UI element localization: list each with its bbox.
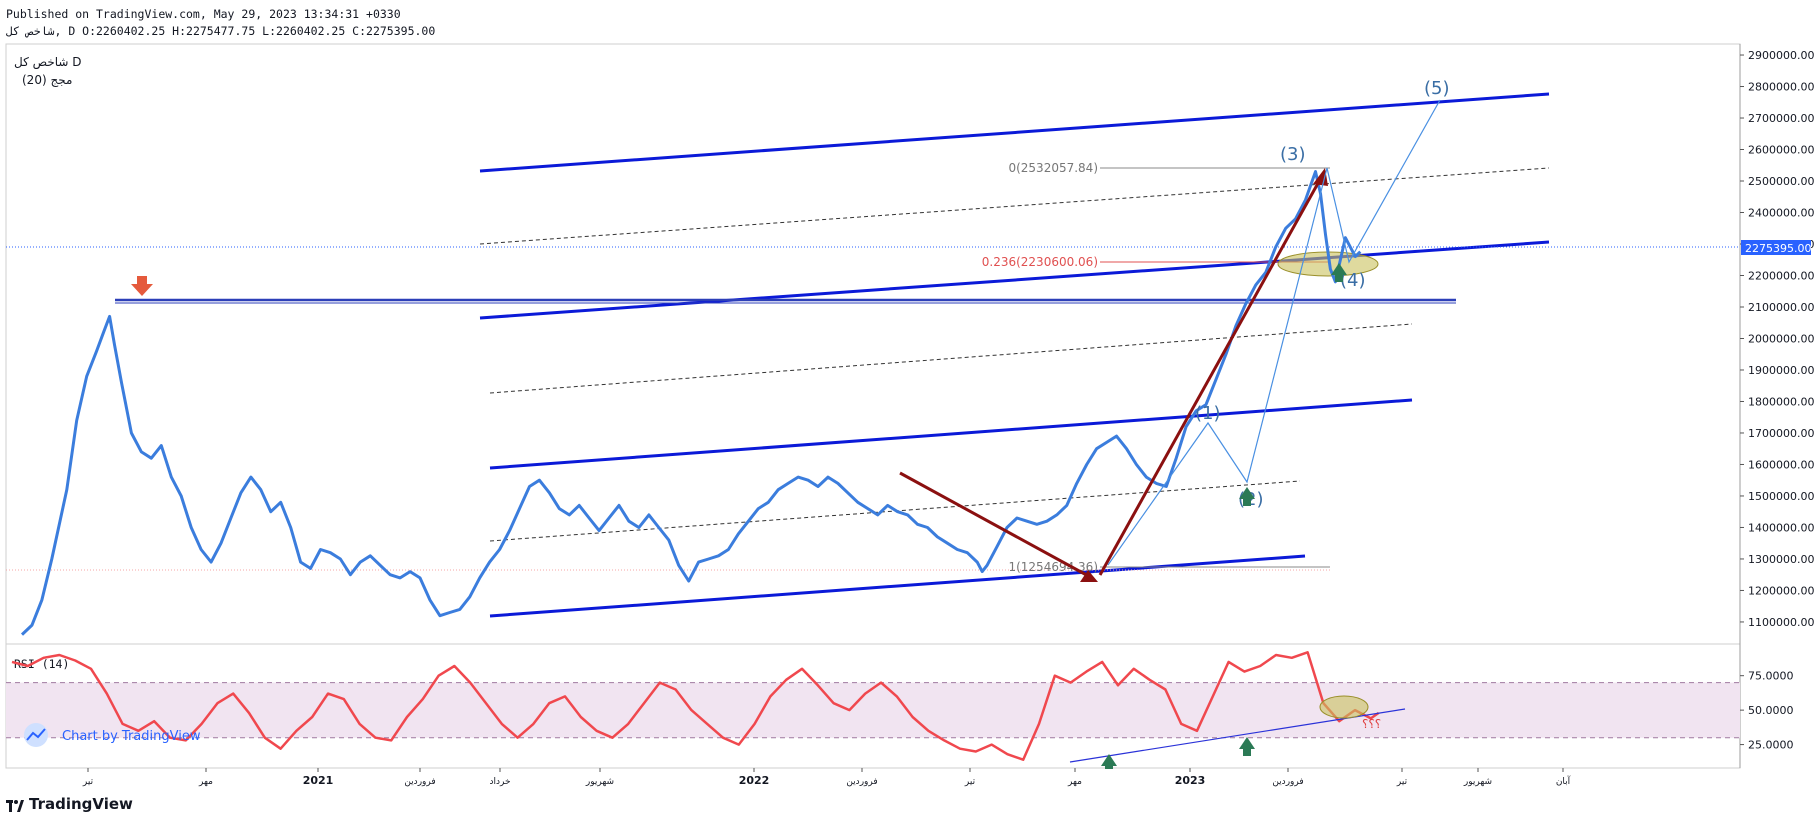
rsi-band (6, 682, 1740, 739)
price-y-tick-label: 1100000.00 (1748, 616, 1814, 629)
price-y-tick-label: 2500000.00 (1748, 175, 1814, 188)
up-arrow-marker-rsi-2[interactable] (1239, 737, 1255, 756)
price-y-tick-label: 2900000.00 (1748, 49, 1814, 62)
tradingview-logo-icon (6, 798, 24, 812)
price-y-tick-label: 2600000.00 (1748, 144, 1814, 157)
tradingview-logo[interactable]: TradingView (6, 795, 133, 813)
rsi-band-fill (6, 682, 1740, 738)
time-tick-label: فروردین (846, 777, 877, 787)
channel-line-mid-upper[interactable] (479, 240, 1550, 320)
price-y-tick-label: 1900000.00 (1748, 364, 1814, 377)
time-tick-label: شهریور (585, 777, 614, 787)
brand-name: TradingView (29, 795, 133, 813)
price-y-tick-label: 1800000.00 (1748, 395, 1814, 408)
price-y-tick-label: 2100000.00 (1748, 301, 1814, 314)
price-y-axis: 1100000.00 1200000.00 1300000.00 1400000.00… (1740, 49, 1814, 629)
fib-label-0: 0(2532057.84) (1008, 161, 1098, 175)
wave-label-5: (5) (1424, 78, 1450, 99)
channel-line-bottom[interactable] (489, 554, 1306, 618)
time-axis: تیر مهر 2021 فروردین خرداد شهریور 2022 فروردین ت… (82, 768, 1571, 787)
time-tick-label: آبان (1556, 775, 1571, 787)
rsi-y-tick-label: 75.0000 (1748, 670, 1794, 683)
price-y-tick-label: 1200000.00 (1748, 584, 1814, 597)
legend-ma: (20) ﻣﺠﺞ (22, 73, 72, 87)
drawing-tools: 0(2532057.84) 0.236(2230600.06) 1(125469… (6, 92, 1740, 618)
time-tick-label: 2022 (739, 774, 770, 787)
rsi-y-tick-label: 50.0000 (1748, 704, 1794, 717)
rsi-question-marks: ؟؟؟ (1362, 717, 1381, 731)
time-tick-label: 2021 (303, 774, 334, 787)
price-y-tick-label: 1300000.00 (1748, 553, 1814, 566)
time-tick-label: مهر (1067, 777, 1082, 787)
time-tick-label: خرداد (489, 777, 510, 787)
legend-symbol: ﺷﺎﺧﺺ ﮐﻞ D (14, 55, 82, 70)
price-y-tick-label: 1400000.00 (1748, 521, 1814, 534)
price-y-tick-label: 1600000.00 (1748, 458, 1814, 471)
price-y-tick-label: 2200000.00 (1748, 269, 1814, 282)
annotations: (1) (2) (3) (4) (5) 2275395.00 (131, 78, 1811, 582)
time-tick-label: 2023 (1175, 774, 1206, 787)
time-tick-label: فروردین (404, 777, 435, 787)
watermark-text: Chart by TradingView (62, 729, 201, 744)
price-y-tick-label: 1500000.00 (1748, 490, 1814, 503)
down-arrow-marker[interactable] (131, 276, 153, 296)
price-line (20, 170, 1362, 636)
channel-line-mid-lower[interactable] (489, 398, 1413, 470)
time-tick-label: تیر (1396, 777, 1408, 787)
fib-label-0236: 0.236(2230600.06) (982, 255, 1098, 269)
channel-midline-2[interactable] (489, 323, 1413, 394)
last-price-tag-text: 2275395.00 (1745, 242, 1811, 255)
last-price-tag: 2275395.00 (1741, 240, 1811, 255)
trend-arrow-up[interactable] (1098, 175, 1324, 576)
channel-midline-1[interactable] (479, 167, 1550, 245)
rsi-y-tick-label: 25.0000 (1748, 739, 1794, 752)
rsi-y-axis: 25.0000 50.0000 75.0000 (1740, 670, 1794, 752)
price-y-tick-label: 2000000.00 (1748, 332, 1814, 345)
price-y-tick-label: 2800000.00 (1748, 81, 1814, 94)
time-tick-label: تیر (964, 777, 976, 787)
highlight-ellipse-rsi[interactable] (1319, 695, 1369, 719)
time-tick-label: مهر (198, 777, 213, 787)
chart-canvas[interactable]: ﺷﺎﺧﺺ ﮐﻞ D (20) ﻣﺠﺞ 1100000.001200000.001… (0, 0, 1814, 824)
channel-line-top[interactable] (479, 92, 1550, 173)
price-y-tick-label: 2400000.00 (1748, 207, 1814, 220)
time-tick-label: تیر (82, 777, 94, 787)
wave-label-1: (1) (1195, 403, 1221, 424)
wave-label-3: (3) (1280, 144, 1306, 165)
price-series (20, 170, 1362, 636)
pane-frames (5, 43, 1741, 769)
fib-label-1: 1(1254694.36) (1008, 560, 1098, 574)
elliott-wave-path[interactable] (1107, 99, 1441, 566)
price-y-tick-label: 2700000.00 (1748, 112, 1814, 125)
price-y-tick-label: 1700000.00 (1748, 427, 1814, 440)
time-tick-label: شهریور (1463, 777, 1492, 787)
time-tick-label: فروردین (1272, 777, 1303, 787)
trend-arrow-down[interactable] (899, 471, 1093, 580)
